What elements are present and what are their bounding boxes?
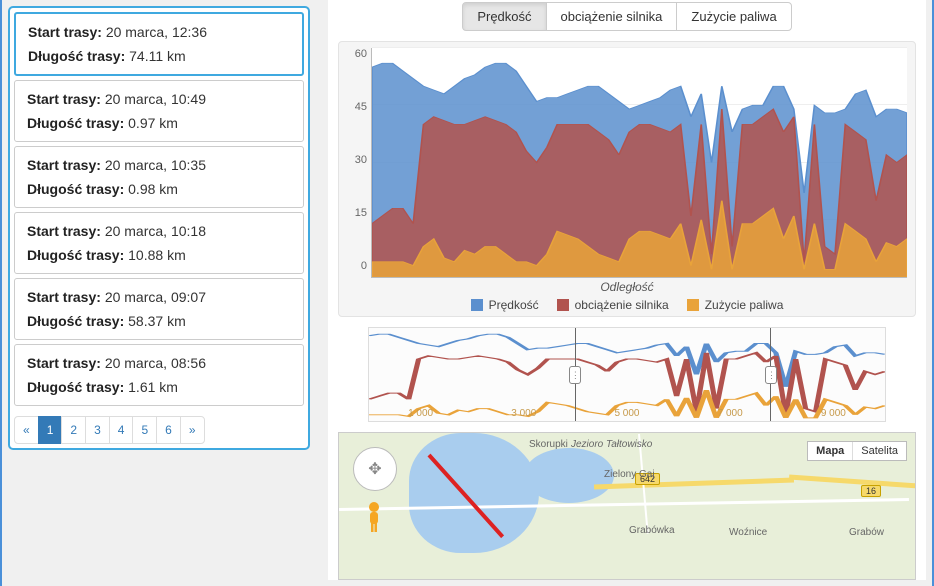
map-pan-control[interactable]: ✥	[353, 447, 397, 491]
route-start-label: Start trasy:	[27, 91, 101, 107]
route-start-label: Start trasy:	[27, 289, 101, 305]
route-start-value: 20 marca, 10:35	[105, 157, 206, 173]
y-tick: 45	[355, 101, 367, 113]
route-start-label: Start trasy:	[28, 24, 102, 40]
legend-item: Prędkość	[471, 298, 539, 312]
map-town-label: Zielony Gaj	[604, 469, 655, 480]
main-chart-card: 60 45 30 15 0 Odległość Prędkość obciążenie s…	[338, 41, 916, 317]
route-length-label: Długość trasy:	[27, 379, 124, 395]
route-length-value: 10.88 km	[128, 247, 186, 263]
route-start-label: Start trasy:	[27, 355, 101, 371]
route-length-value: 58.37 km	[128, 313, 186, 329]
route-start-value: 20 marca, 10:49	[105, 91, 206, 107]
route-start-label: Start trasy:	[27, 157, 101, 173]
legend-label: Zużycie paliwa	[705, 298, 784, 312]
map-town-label: Woźnice	[729, 527, 767, 538]
main-chart-plot[interactable]	[371, 48, 907, 278]
route-length-label: Długość trasy:	[27, 115, 124, 131]
legend-item: Zużycie paliwa	[687, 298, 784, 312]
route-start-value: 20 marca, 08:56	[105, 355, 206, 371]
page-button[interactable]: 1	[38, 416, 63, 444]
map-town-label: Jezioro Tałtowisko	[571, 439, 652, 450]
map-town-label: Skorupki	[529, 439, 568, 450]
page-button[interactable]: 3	[85, 416, 110, 444]
route-item[interactable]: Start trasy: 20 marca, 08:56 Długość tras…	[14, 344, 304, 406]
y-tick: 0	[361, 260, 367, 272]
route-list-panel: Start trasy: 20 marca, 12:36 Długość tras…	[8, 6, 310, 450]
map-type-satellite[interactable]: Satelita	[852, 442, 906, 460]
legend-label: Prędkość	[489, 298, 539, 312]
y-tick: 60	[355, 48, 367, 60]
y-tick: 30	[355, 154, 367, 166]
legend-swatch	[471, 299, 483, 311]
route-start-value: 20 marca, 12:36	[106, 24, 207, 40]
map[interactable]: 642 16 Skorupki Jezioro Tałtowisko Zielo…	[338, 432, 916, 580]
map-type-map[interactable]: Mapa	[808, 442, 852, 460]
page-button[interactable]: «	[14, 416, 39, 444]
page-button[interactable]: 2	[61, 416, 86, 444]
y-tick: 15	[355, 207, 367, 219]
legend-label: obciążenie silnika	[575, 298, 669, 312]
page-button[interactable]: 4	[109, 416, 134, 444]
chart-tab-group: Prędkośćobciążenie silnikaZużycie paliwa	[338, 2, 916, 31]
overview-x-ticks: 1 0003 0005 0007 0009 000	[369, 408, 885, 419]
page-button[interactable]: 5	[132, 416, 157, 444]
streetview-pegman[interactable]	[361, 501, 387, 533]
overview-handle-left[interactable]: ⋮	[569, 366, 581, 384]
route-length-value: 0.97 km	[128, 115, 178, 131]
route-length-label: Długość trasy:	[27, 247, 124, 263]
chart-tab[interactable]: Prędkość	[462, 2, 546, 31]
route-item[interactable]: Start trasy: 20 marca, 10:49 Długość tras…	[14, 80, 304, 142]
route-start-value: 20 marca, 10:18	[105, 223, 206, 239]
route-item[interactable]: Start trasy: 20 marca, 10:35 Długość tras…	[14, 146, 304, 208]
route-length-label: Długość trasy:	[27, 181, 124, 197]
pagination: «123456»	[14, 416, 304, 444]
route-length-value: 0.98 km	[128, 181, 178, 197]
chart-tab[interactable]: Zużycie paliwa	[676, 2, 791, 31]
y-axis: 60 45 30 15 0	[347, 48, 371, 278]
route-item[interactable]: Start trasy: 20 marca, 10:18 Długość tras…	[14, 212, 304, 274]
chart-tab[interactable]: obciążenie silnika	[546, 2, 678, 31]
route-length-value: 74.11 km	[129, 48, 186, 64]
route-item[interactable]: Start trasy: 20 marca, 12:36 Długość tras…	[14, 12, 304, 76]
route-length-label: Długość trasy:	[28, 48, 125, 64]
map-type-switcher: Mapa Satelita	[807, 441, 907, 461]
route-item[interactable]: Start trasy: 20 marca, 09:07 Długość tras…	[14, 278, 304, 340]
overview-chart[interactable]: ⋮ ⋮ 1 0003 0005 0007 0009 000	[368, 327, 886, 422]
map-town-label: Grabówka	[629, 525, 675, 536]
legend-swatch	[557, 299, 569, 311]
route-start-value: 20 marca, 09:07	[105, 289, 206, 305]
legend-swatch	[687, 299, 699, 311]
map-town-label: Grabów	[849, 527, 884, 538]
route-length-label: Długość trasy:	[27, 313, 124, 329]
route-length-value: 1.61 km	[128, 379, 178, 395]
overview-handle-right[interactable]: ⋮	[765, 366, 777, 384]
route-start-label: Start trasy:	[27, 223, 101, 239]
page-button[interactable]: 6	[156, 416, 181, 444]
x-axis-label: Odległość	[347, 280, 907, 294]
legend-item: obciążenie silnika	[557, 298, 669, 312]
move-icon: ✥	[368, 459, 381, 479]
page-button[interactable]: »	[180, 416, 205, 444]
road-label: 16	[861, 485, 881, 497]
chart-legend: Prędkość obciążenie silnika Zużycie paliwa	[347, 298, 907, 312]
